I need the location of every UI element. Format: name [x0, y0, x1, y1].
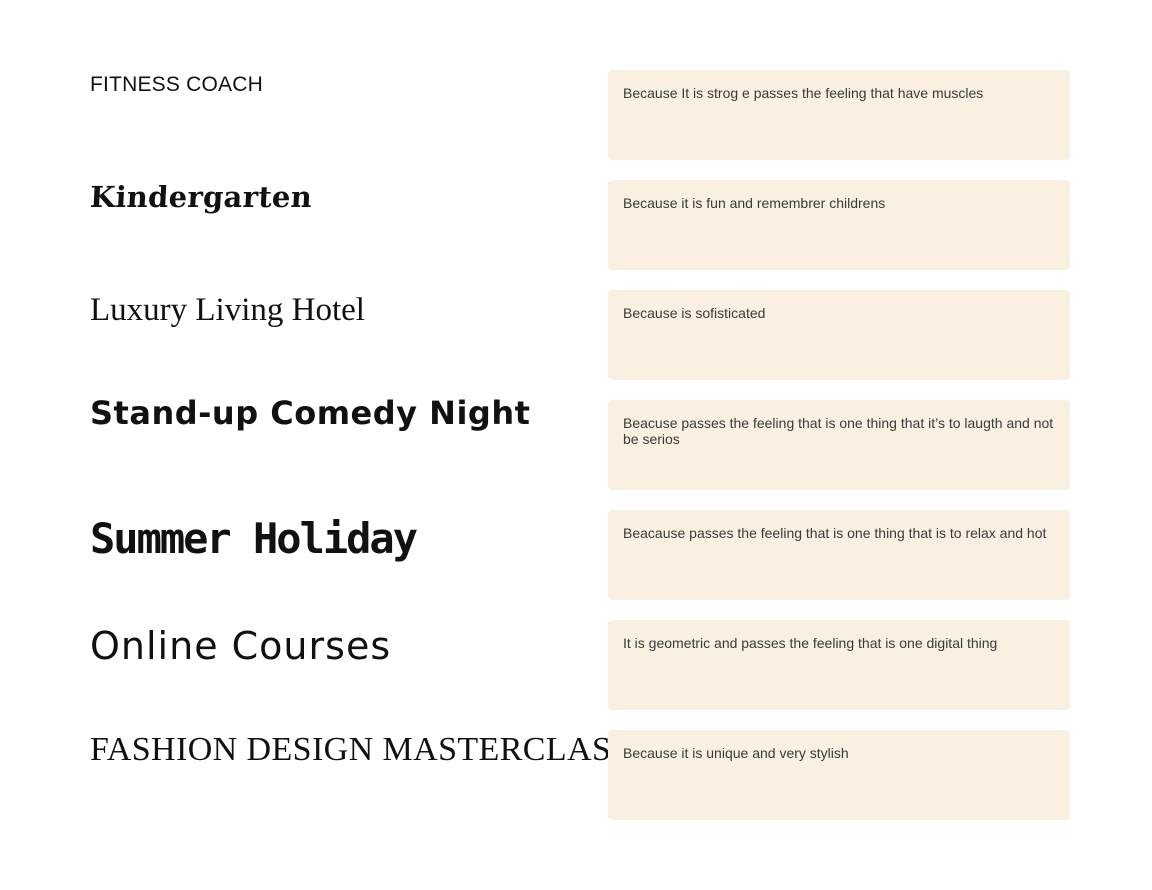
rationale-card[interactable]: Beacause passes the feeling that is one … [608, 510, 1070, 600]
rationale-card[interactable]: Because it is fun and remembrer children… [608, 180, 1070, 270]
rationale-card[interactable]: Because It is strog e passes the feeling… [608, 70, 1070, 160]
rationale-text: Beacuse passes the feeling that is one t… [623, 415, 1054, 447]
font-row-summer-holiday: Summer Holiday Beacause passes the feeli… [0, 510, 1152, 600]
rationale-card[interactable]: Because is sofisticated [608, 290, 1070, 380]
font-row-stand-up-comedy-night: Stand-up Comedy Night Beacuse passes the… [0, 394, 1152, 490]
font-sample-title: Summer Holiday [90, 514, 418, 563]
font-row-kindergarten: Kindergarten Because it is fun and remem… [0, 180, 1152, 270]
rationale-text: Because It is strog e passes the feeling… [623, 85, 984, 101]
font-sample-title: Luxury Living Hotel [90, 292, 365, 328]
font-row-luxury-living-hotel: Luxury Living Hotel Because is sofistica… [0, 290, 1152, 380]
font-sample-title: Kindergarten [89, 180, 314, 214]
rationale-card[interactable]: Because it is unique and very stylish [608, 730, 1070, 820]
font-row-online-courses: Online Courses It is geometric and passe… [0, 620, 1152, 710]
rationale-text: It is geometric and passes the feeling t… [623, 635, 998, 651]
font-sample-title: FITNESS COACH [90, 73, 263, 96]
font-row-fashion-design-masterclass: FASHION DESIGN MASTERCLASS Because it is… [0, 730, 1152, 820]
font-sample-title: FASHION DESIGN MASTERCLASS [90, 731, 631, 768]
rationale-text: Because is sofisticated [623, 305, 766, 321]
rationale-text: Because it is unique and very stylish [623, 745, 849, 761]
rationale-text: Beacause passes the feeling that is one … [623, 525, 1047, 541]
font-sample-title: Stand-up Comedy Night [90, 394, 531, 432]
rationale-text: Because it is fun and remembrer children… [623, 195, 886, 211]
font-sample-title: Online Courses [90, 624, 392, 668]
font-row-fitness-coach: FITNESS COACH Because It is strog e pass… [0, 70, 1152, 160]
rationale-card[interactable]: It is geometric and passes the feeling t… [608, 620, 1070, 710]
rationale-card[interactable]: Beacuse passes the feeling that is one t… [608, 400, 1070, 490]
